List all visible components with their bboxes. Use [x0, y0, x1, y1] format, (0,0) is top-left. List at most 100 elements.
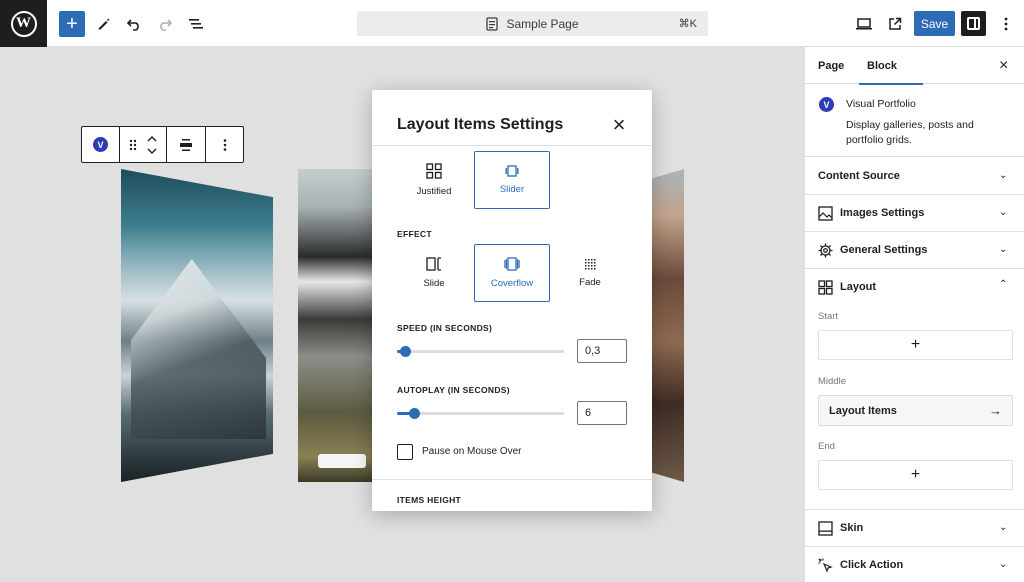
panel-skin[interactable]: Skin ⌄: [805, 510, 1024, 547]
wordpress-icon: W: [10, 10, 37, 37]
panel-title: Images Settings: [840, 207, 925, 219]
list-view-icon: [189, 19, 203, 29]
autoplay-slider[interactable]: [397, 408, 564, 419]
block-name: Visual Portfolio: [846, 98, 916, 110]
coverflow-icon: [504, 257, 520, 271]
autoplay-label: AUTOPLAY (IN SECONDS): [397, 385, 510, 395]
panel-content-source[interactable]: Content Source ⌄: [805, 158, 1024, 195]
block-type-button[interactable]: V: [82, 127, 120, 162]
gallery-image[interactable]: [652, 169, 684, 482]
pause-on-mouse-over-checkbox[interactable]: [397, 444, 413, 460]
panel-title[interactable]: Layout: [840, 281, 876, 293]
document-overview-button[interactable]: [183, 11, 209, 37]
layout-end-label: End: [818, 441, 835, 452]
layout-items-settings-modal: Layout Items Settings × Justified Slider…: [372, 90, 652, 511]
autoplay-slider-thumb[interactable]: [409, 408, 420, 419]
view-page-button[interactable]: [882, 11, 908, 37]
effect-option-fade[interactable]: Fade: [552, 244, 628, 302]
align-center-icon: [180, 138, 192, 151]
justified-grid-icon: [426, 163, 442, 179]
panel-title: Content Source: [818, 170, 900, 182]
modal-title: Layout Items Settings: [397, 116, 564, 133]
options-menu-button[interactable]: [993, 11, 1019, 37]
gallery-image[interactable]: [298, 169, 373, 482]
redo-button[interactable]: [152, 11, 178, 37]
speed-slider-thumb[interactable]: [400, 346, 411, 357]
speed-input[interactable]: 0,3: [577, 339, 627, 363]
add-end-item-button[interactable]: +: [818, 460, 1013, 490]
drag-handle-icon[interactable]: [129, 139, 137, 151]
tab-block[interactable]: Block: [859, 47, 923, 85]
layout-middle-label: Middle: [818, 376, 846, 387]
speed-label: SPEED (IN SECONDS): [397, 323, 493, 333]
wordpress-logo-button[interactable]: W: [0, 0, 47, 47]
items-height-label: ITEMS HEIGHT: [397, 495, 462, 505]
tab-page[interactable]: Page: [818, 47, 844, 84]
panel-title: General Settings: [840, 244, 928, 256]
settings-sidebar-toggle[interactable]: [961, 11, 986, 36]
chevron-up-icon[interactable]: ⌃: [999, 279, 1007, 290]
undo-icon: [126, 19, 139, 31]
skin-icon: [818, 521, 833, 536]
image-icon: [818, 206, 833, 221]
desktop-icon: [856, 18, 872, 30]
panel-layout: Layout ⌃ Start + Middle Layout Items → E…: [805, 269, 1024, 510]
pause-on-mouse-over-label: Pause on Mouse Over: [422, 446, 522, 457]
effect-label: EFFECT: [397, 229, 432, 239]
block-options-button[interactable]: [206, 127, 243, 162]
gallery-image[interactable]: [121, 169, 273, 482]
undo-button[interactable]: [121, 11, 147, 37]
layout-start-label: Start: [818, 311, 839, 322]
panel-title: Skin: [840, 522, 864, 534]
option-label: Slider: [499, 184, 525, 195]
option-label: Coverflow: [490, 278, 534, 289]
more-vertical-icon: [1004, 17, 1008, 31]
close-icon[interactable]: ×: [999, 58, 1008, 74]
add-block-button[interactable]: +: [59, 11, 85, 37]
document-bar[interactable]: Sample Page ⌘K: [357, 11, 708, 36]
fade-icon: [585, 259, 596, 270]
panel-general-settings[interactable]: General Settings ⌄: [805, 232, 1024, 269]
external-link-icon: [889, 17, 902, 30]
visual-portfolio-icon: V: [819, 97, 834, 112]
chevron-down-icon: ⌄: [999, 522, 1008, 533]
divider: [372, 145, 652, 146]
gear-icon: [818, 243, 833, 258]
move-up-down-icon[interactable]: [147, 134, 157, 156]
panel-click-action[interactable]: Click Action ⌄: [805, 547, 1024, 582]
autoplay-input[interactable]: 6: [577, 401, 627, 425]
page-icon: [486, 16, 499, 31]
option-label: Slide: [423, 278, 445, 289]
cursor-click-icon: [818, 558, 833, 573]
block-card: V Visual Portfolio Display galleries, po…: [805, 84, 1024, 157]
layout-items-label: Layout Items: [829, 404, 897, 417]
effect-option-slide[interactable]: Slide: [396, 244, 472, 302]
layout-icon: [818, 280, 833, 295]
speed-slider[interactable]: [397, 346, 564, 357]
option-label: Fade: [579, 277, 601, 288]
document-title: Sample Page: [506, 16, 579, 31]
layout-option-slider[interactable]: Slider: [474, 151, 550, 209]
tools-button[interactable]: [90, 11, 116, 37]
sidebar-icon: [967, 17, 980, 30]
panel-title: Click Action: [840, 559, 904, 571]
move-controls: [120, 127, 167, 162]
save-button[interactable]: Save: [914, 11, 955, 36]
sidebar-tabs: Page Block ×: [805, 47, 1024, 85]
chevron-down-icon: ⌄: [999, 559, 1008, 570]
effect-option-coverflow[interactable]: Coverflow: [474, 244, 550, 302]
block-toolbar: V: [81, 126, 244, 163]
editor-header: W + Sample Page ⌘K Save: [0, 0, 1024, 47]
chevron-down-icon: ⌄: [999, 244, 1008, 255]
settings-sidebar: Page Block × V Visual Portfolio Display …: [804, 47, 1024, 582]
layout-option-justified[interactable]: Justified: [396, 151, 472, 209]
layout-items-button[interactable]: Layout Items →: [818, 395, 1013, 426]
close-icon[interactable]: ×: [608, 114, 630, 136]
preview-button[interactable]: [851, 11, 877, 37]
pencil-icon: [98, 18, 110, 30]
align-button[interactable]: [167, 127, 206, 162]
add-start-item-button[interactable]: +: [818, 330, 1013, 360]
panel-images-settings[interactable]: Images Settings ⌄: [805, 195, 1024, 232]
redo-icon: [160, 19, 173, 31]
chevron-down-icon: ⌄: [999, 170, 1008, 181]
